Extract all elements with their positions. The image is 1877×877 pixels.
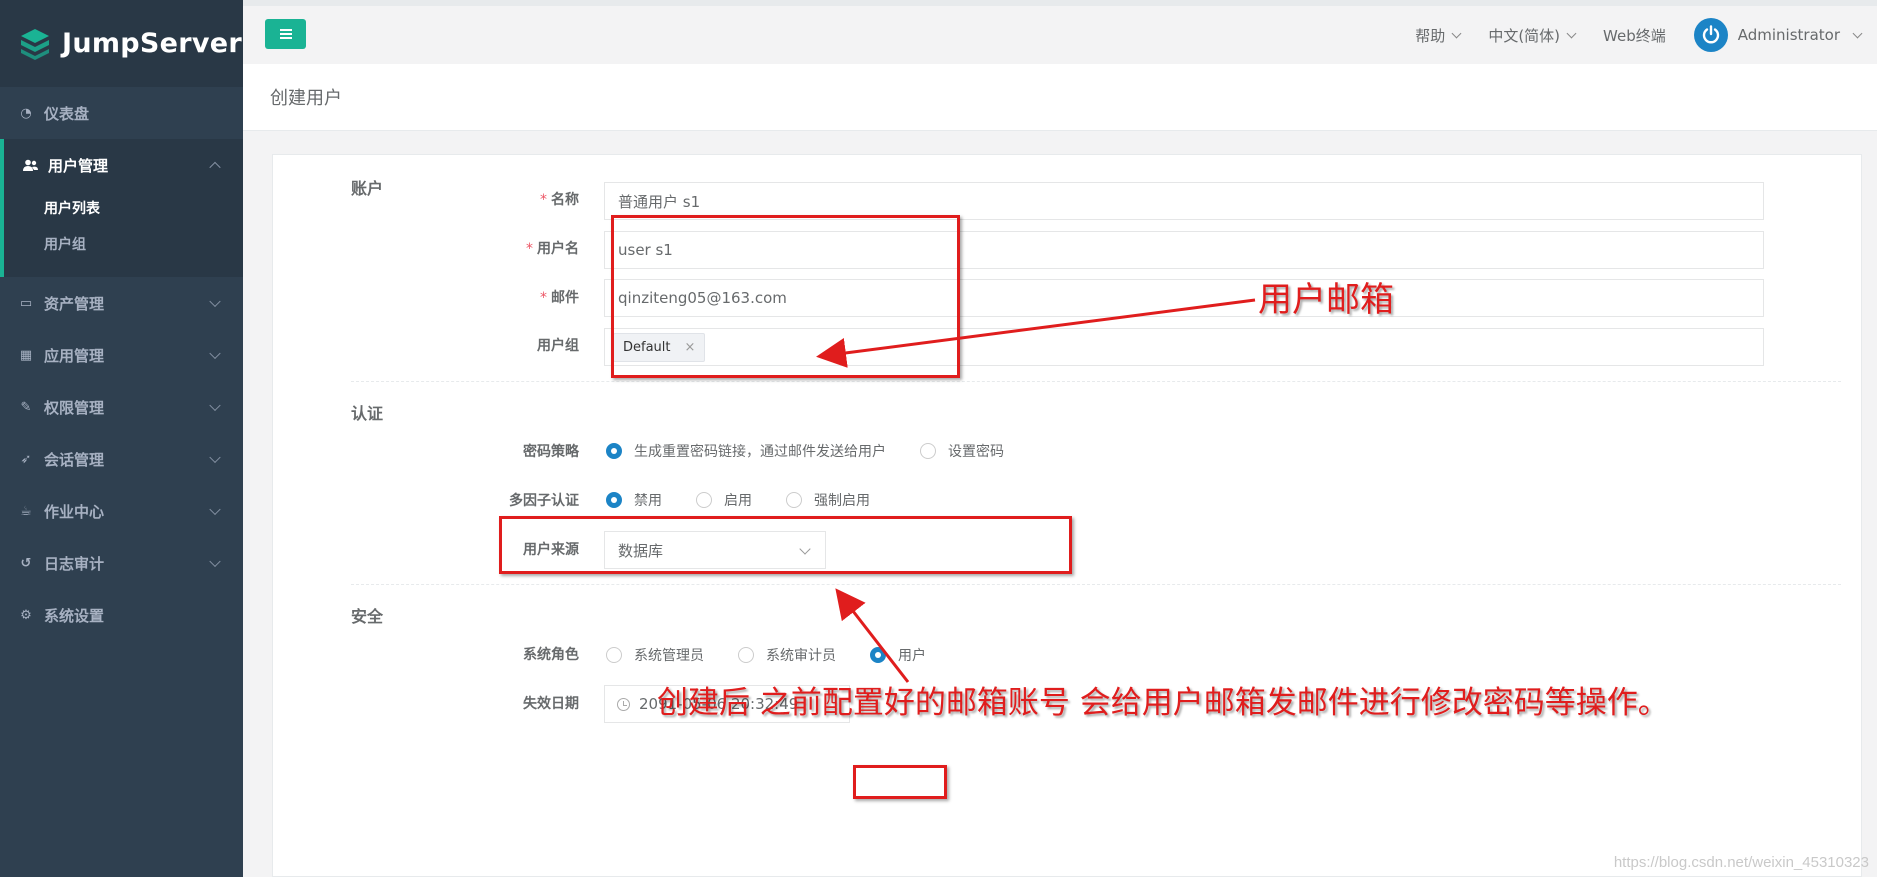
annotation-bottom-note: 创建后 之前配置好的邮箱账号 会给用户邮箱发邮件进行修改密码等操作。 [657,685,1669,721]
annotation-email-note: 用户邮箱 [1258,280,1394,320]
annotation-arrow-policy [835,588,910,683]
annotation-arrow-email [816,298,1256,368]
watermark: https://blog.csdn.net/weixin_45310323 [1613,854,1869,871]
annotation-arrows [816,298,1256,683]
